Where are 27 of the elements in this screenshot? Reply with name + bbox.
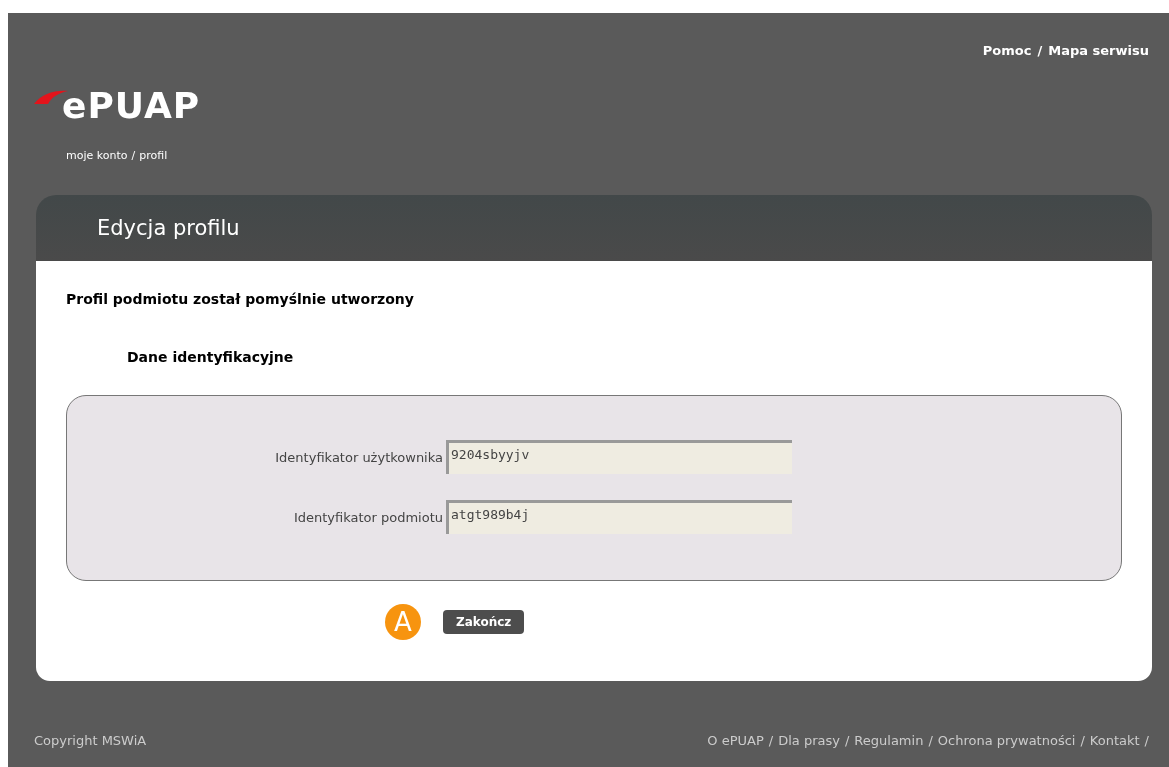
header-link[interactable]: Pomoc (982, 43, 1032, 58)
footer-link[interactable]: Regulamin (854, 733, 924, 748)
footer-link[interactable]: O ePUAP (707, 733, 764, 748)
field-label: Identyfikator podmiotu (292, 509, 444, 525)
annotation-badge: A (385, 604, 421, 640)
separator: / (1037, 43, 1043, 58)
logo[interactable]: ePUAP (62, 87, 201, 125)
separator: / (1144, 733, 1149, 748)
finish-button[interactable]: Zakończ (443, 610, 525, 634)
breadcrumb-link[interactable]: profil (139, 149, 168, 162)
input-field[interactable]: atgt989b4j (446, 500, 792, 534)
separator: / (844, 733, 850, 748)
footer-link[interactable]: Ochrona prywatności (937, 733, 1076, 748)
footer-link[interactable]: Kontakt (1089, 733, 1140, 748)
footer-link[interactable]: Dla prasy (778, 733, 840, 748)
success-message: Profil podmiotu został pomyślnie utworzony (66, 291, 415, 307)
input-field[interactable]: 9204sbyyjv (446, 440, 792, 474)
breadcrumb-link[interactable]: moje konto (66, 149, 128, 162)
separator: / (131, 149, 136, 162)
field-label: Identyfikator użytkownika (274, 449, 444, 465)
separator: / (928, 733, 933, 748)
section-title: Dane identyfikacyjne (127, 349, 295, 365)
panel-title: Edycja profilu (97, 216, 240, 240)
copyright-text: Copyright MSWiA (34, 733, 147, 748)
header-link[interactable]: Mapa serwisu (1048, 43, 1149, 58)
separator: / (1080, 733, 1085, 748)
separator: / (768, 733, 774, 748)
